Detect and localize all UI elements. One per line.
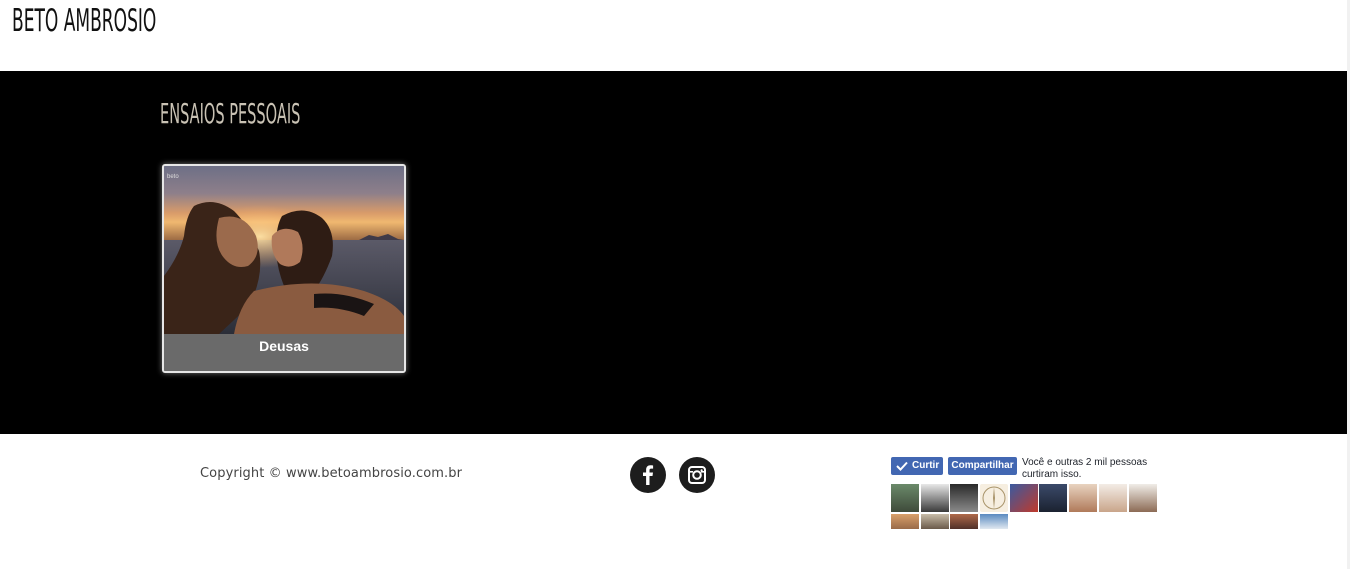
facebook-link[interactable] <box>630 457 666 493</box>
avatar[interactable] <box>980 484 1008 512</box>
avatar[interactable] <box>1099 484 1127 512</box>
avatar[interactable] <box>1069 484 1097 512</box>
site-logo[interactable]: BETO AMBROSIO <box>12 2 156 40</box>
fb-like-label: Curtir <box>912 460 940 471</box>
site-header: BETO AMBROSIO <box>0 0 1350 71</box>
gallery-card[interactable]: beto Deusas <box>162 164 406 373</box>
copyright-text: Copyright © www.betoambrosio.com.br <box>200 466 463 481</box>
avatar[interactable] <box>950 514 978 529</box>
avatar[interactable] <box>921 514 949 529</box>
fb-social-text: Você e outras 2 mil pessoas curtiram iss… <box>1022 457 1148 480</box>
avatar[interactable] <box>1129 484 1157 512</box>
avatar[interactable] <box>950 484 978 512</box>
avatar[interactable] <box>891 514 919 529</box>
gallery-photo: beto <box>164 166 404 334</box>
avatar[interactable] <box>1010 484 1038 512</box>
avatar[interactable] <box>921 484 949 512</box>
gallery-card-caption[interactable]: Deusas <box>164 334 404 371</box>
compass-icon <box>982 486 1006 510</box>
checkmark-icon <box>896 461 908 471</box>
fb-share-button[interactable]: Compartilhar <box>948 457 1017 475</box>
facebook-like-widget: Curtir Compartilhar Você e outras 2 mil … <box>891 457 1161 532</box>
avatar[interactable] <box>891 484 919 512</box>
photo-watermark: beto <box>167 174 179 180</box>
avatar[interactable] <box>980 514 1008 529</box>
section-title: ENSAIOS PESSOAIS <box>160 97 301 130</box>
fb-friend-faces <box>891 484 1161 532</box>
facebook-icon <box>643 465 654 485</box>
instagram-link[interactable] <box>679 457 715 493</box>
fb-like-button[interactable]: Curtir <box>891 457 943 475</box>
instagram-icon <box>688 466 706 484</box>
avatar[interactable] <box>1039 484 1067 512</box>
